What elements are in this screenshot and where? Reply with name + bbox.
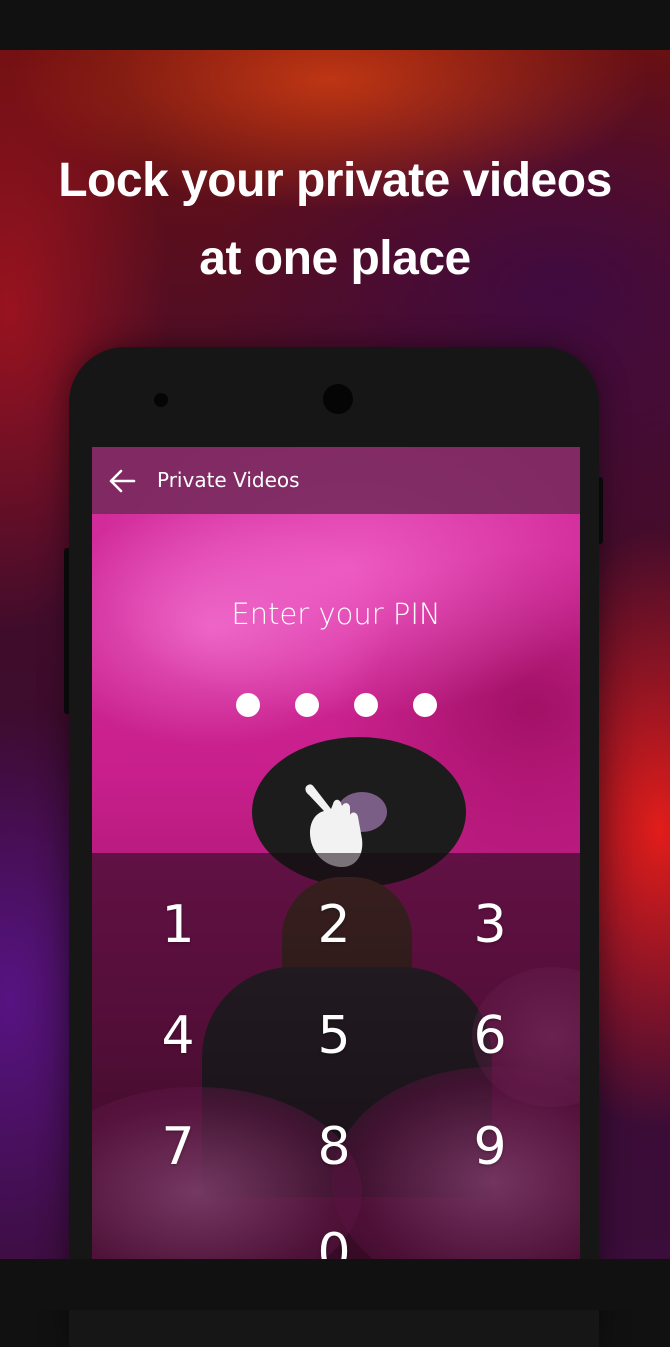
keypad-key-4[interactable]: 4 <box>128 996 228 1076</box>
app-screen: Private Videos Enter your PIN 1 2 3 4 5 … <box>92 447 580 1259</box>
headline-line-1: Lock your private videos <box>58 154 612 207</box>
pin-dot <box>353 693 378 717</box>
promo-headline: Lock your private videos at one place <box>0 142 670 298</box>
keypad-key-5[interactable]: 5 <box>284 996 384 1076</box>
phone-camera-icon <box>323 384 353 414</box>
top-letterbox-bar <box>0 0 670 50</box>
keypad-key-2[interactable]: 2 <box>284 885 384 965</box>
pin-dot <box>412 693 437 717</box>
pin-indicator <box>92 693 580 717</box>
pin-dot <box>294 693 319 717</box>
keypad-key-9[interactable]: 9 <box>440 1107 540 1187</box>
headline-line-2: at one place <box>199 232 471 285</box>
pin-dot <box>235 693 260 717</box>
keypad-key-3[interactable]: 3 <box>440 885 540 965</box>
pin-prompt: Enter your PIN <box>231 597 441 631</box>
keypad-key-8[interactable]: 8 <box>284 1107 384 1187</box>
phone-sensor <box>154 393 168 407</box>
keypad-key-1[interactable]: 1 <box>128 885 228 965</box>
app-title: Private Videos <box>157 468 300 492</box>
keypad-key-6[interactable]: 6 <box>440 996 540 1076</box>
arrow-left-icon[interactable] <box>108 468 136 494</box>
app-bar: Private Videos <box>92 447 580 514</box>
keypad-key-7[interactable]: 7 <box>128 1107 228 1187</box>
bottom-letterbox-bar <box>0 1259 670 1310</box>
keypad-key-0[interactable]: 0 <box>284 1213 384 1259</box>
